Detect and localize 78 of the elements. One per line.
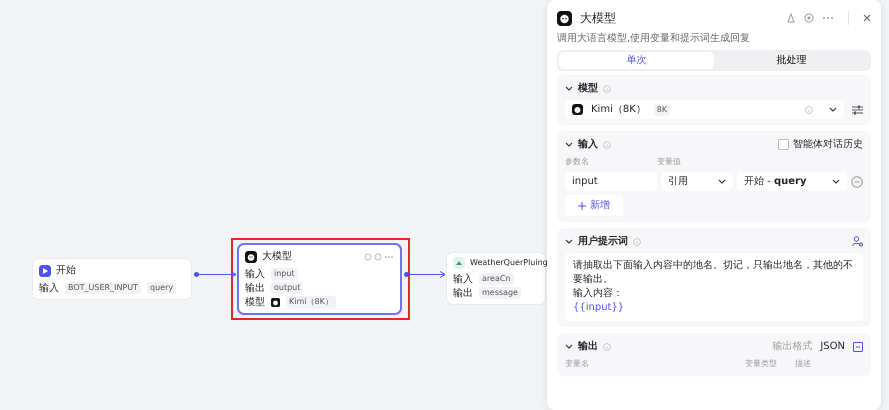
node-title: 大模型	[262, 250, 292, 264]
column-header: 变量值	[657, 156, 682, 168]
info-icon	[603, 84, 611, 92]
connector-arrow	[404, 270, 445, 279]
source-value: 引用	[668, 175, 688, 189]
model-name: Kimi（8K）	[591, 103, 646, 117]
variable-tag: BOT_USER_INPUT	[65, 282, 141, 294]
remove-icon[interactable]	[851, 176, 863, 188]
warning-icon	[786, 13, 796, 23]
row-label: 模型	[245, 296, 265, 310]
info-icon	[603, 140, 611, 148]
row-label: 输入	[39, 282, 59, 296]
play-icon	[39, 264, 51, 276]
node-title: 开始	[56, 264, 76, 278]
chevron-icon	[832, 178, 840, 184]
chevron-icon[interactable]	[565, 344, 573, 350]
chevron-icon	[718, 178, 726, 184]
model-badge: 8K	[654, 104, 670, 116]
more-icon	[822, 16, 834, 20]
node-title: WeatherQuerPluing	[470, 257, 548, 269]
section-title: 输出	[578, 340, 598, 354]
chevron-icon[interactable]	[565, 238, 573, 244]
value-text: 开始 - query	[744, 175, 806, 189]
add-button[interactable]: 新增	[565, 195, 623, 216]
param-name-field[interactable]: input	[565, 172, 657, 191]
row-label: 输出	[245, 282, 265, 296]
row-label: 输出	[453, 286, 473, 300]
model-icon	[572, 104, 583, 115]
row-label: 输入	[245, 268, 265, 282]
column-header: 参数名	[565, 156, 590, 168]
face-icon	[245, 250, 257, 262]
plus-icon	[578, 202, 586, 210]
value-select[interactable]: 开始 - query	[737, 172, 847, 191]
panel-title: 大模型	[580, 10, 616, 27]
chevron-icon	[829, 106, 837, 112]
prompt-text: 输入内容：	[573, 287, 624, 301]
variable-tag: message	[479, 287, 521, 299]
plugin-icon	[453, 257, 465, 269]
variable-tag: query	[147, 282, 176, 294]
row-label: 输入	[453, 272, 473, 286]
info-icon	[603, 342, 611, 350]
chevron-icon[interactable]	[565, 86, 573, 92]
source-select[interactable]: 引用	[661, 172, 733, 191]
prompt-text: 请抽取出下面输入内容中的地名。切记，只输出地名，其他的不要输出。	[573, 259, 854, 287]
mode-tab[interactable]: 批处理	[714, 52, 869, 69]
variable-tag: areaCn	[479, 273, 514, 285]
close-icon[interactable]	[863, 14, 871, 22]
format-label: 输出格式	[772, 340, 812, 354]
user-settings-icon[interactable]	[852, 236, 863, 247]
model-select[interactable]: Kimi（8K） 8K	[565, 100, 844, 119]
model-icon	[271, 298, 280, 306]
connector-arrow	[194, 270, 236, 279]
column-header: 变量类型	[745, 358, 778, 370]
section-title: 模型	[578, 82, 598, 96]
info-icon	[805, 106, 813, 114]
workflow-node[interactable]: WeatherQuerPluing 输入 areaCn 输出 message	[446, 252, 546, 305]
chevron-icon[interactable]	[565, 142, 573, 148]
column-header: 变量名	[565, 358, 590, 370]
variable-tag: output	[271, 282, 304, 294]
settings-icon[interactable]	[852, 104, 863, 114]
variable-tag: input	[271, 268, 298, 280]
target-icon	[804, 13, 814, 23]
variable-text: {{input}}	[573, 301, 626, 315]
workflow-node[interactable]: 大模型 输入 input 输出 output 模型 Kimi（8K）	[237, 243, 402, 315]
workflow-node[interactable]: 开始 输入 BOT_USER_INPUT query	[32, 258, 192, 300]
model-tag: Kimi（8K）	[286, 296, 336, 308]
format-select[interactable]: JSON	[820, 339, 845, 354]
face-icon	[557, 10, 572, 26]
info-icon	[633, 238, 641, 246]
column-header: 描述	[795, 358, 812, 370]
node-actions-icon	[364, 252, 394, 260]
prompt-editor[interactable]: 请抽取出下面输入内容中的地名。切记，只输出地名，其他的不要输出。 输入内容： {{input}}	[565, 253, 863, 321]
section-title: 输入	[578, 138, 598, 152]
mode-tab[interactable]: 单次	[559, 52, 714, 69]
history-label: 智能体对话历史	[793, 138, 863, 152]
panel-description: 调用大语言模型,使用变量和提示词生成回复	[557, 32, 752, 46]
history-checkbox[interactable]	[778, 139, 789, 150]
section-title: 用户提示词	[578, 234, 628, 249]
